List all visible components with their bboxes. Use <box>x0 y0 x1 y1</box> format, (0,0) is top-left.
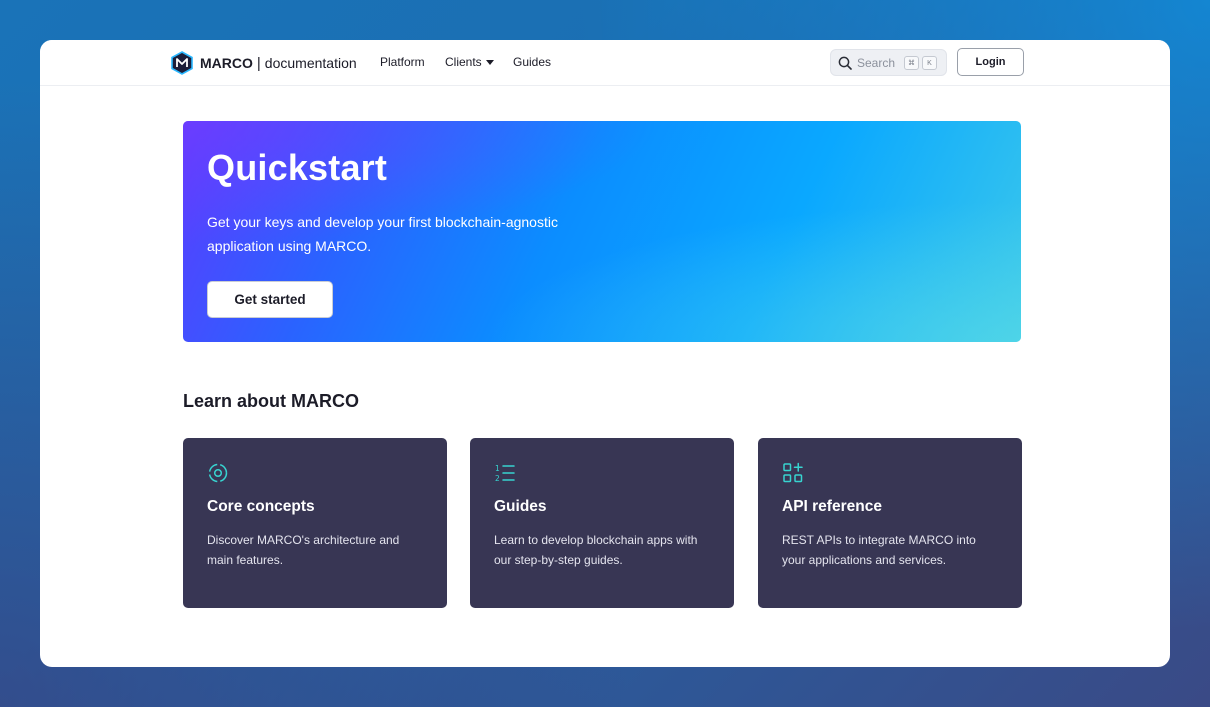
hero-description: Get your keys and develop your first blo… <box>207 214 558 254</box>
search-box[interactable]: Search ⌘ K <box>830 49 947 76</box>
nav-clients-label: Clients <box>445 55 482 69</box>
hero-title: Quickstart <box>207 147 388 188</box>
orbit-icon <box>208 463 228 483</box>
nav-guides[interactable]: Guides <box>513 55 551 69</box>
shortcut-key-cmd: ⌘ <box>904 56 919 70</box>
brand-name: MARCO <box>200 55 253 71</box>
svg-text:1: 1 <box>495 464 500 473</box>
docs-window: MARCO | documentation Platform Clients G… <box>40 40 1170 667</box>
shortcut-key-k: K <box>922 56 937 70</box>
marco-logo-icon <box>171 51 193 75</box>
card-core-concepts[interactable]: Core concepts Discover MARCO's architect… <box>183 438 447 608</box>
quickstart-banner: Quickstart Get your keys and develop you… <box>183 121 1021 342</box>
grid-add-icon <box>783 462 803 483</box>
card-api-reference[interactable]: API reference REST APIs to integrate MAR… <box>758 438 1022 608</box>
login-button[interactable]: Login <box>957 48 1024 76</box>
card-description: Discover MARCO's architecture and main f… <box>207 533 400 567</box>
card-title: Core concepts <box>207 498 315 515</box>
card-guides[interactable]: 1 2 Guides Learn to develop blockchain a… <box>470 438 734 608</box>
search-placeholder: Search <box>857 55 896 70</box>
brand[interactable]: MARCO | documentation <box>171 51 357 75</box>
learn-section-title: Learn about MARCO <box>183 391 360 411</box>
card-title: Guides <box>494 498 547 515</box>
get-started-button[interactable]: Get started <box>207 281 333 318</box>
chevron-down-icon <box>485 60 494 65</box>
nav-platform[interactable]: Platform <box>380 55 425 69</box>
search-icon <box>838 56 852 70</box>
card-title: API reference <box>782 498 882 515</box>
brand-subtitle: documentation <box>264 55 357 71</box>
top-navigation: MARCO | documentation Platform Clients G… <box>40 40 1170 86</box>
brand-separator: | <box>256 54 261 72</box>
card-description: REST APIs to integrate MARCO into your a… <box>782 533 976 567</box>
nav-clients-dropdown[interactable]: Clients <box>445 55 494 69</box>
svg-text:2: 2 <box>495 474 500 483</box>
card-description: Learn to develop blockchain apps with ou… <box>494 533 698 567</box>
numbered-list-icon: 1 2 <box>495 464 515 483</box>
